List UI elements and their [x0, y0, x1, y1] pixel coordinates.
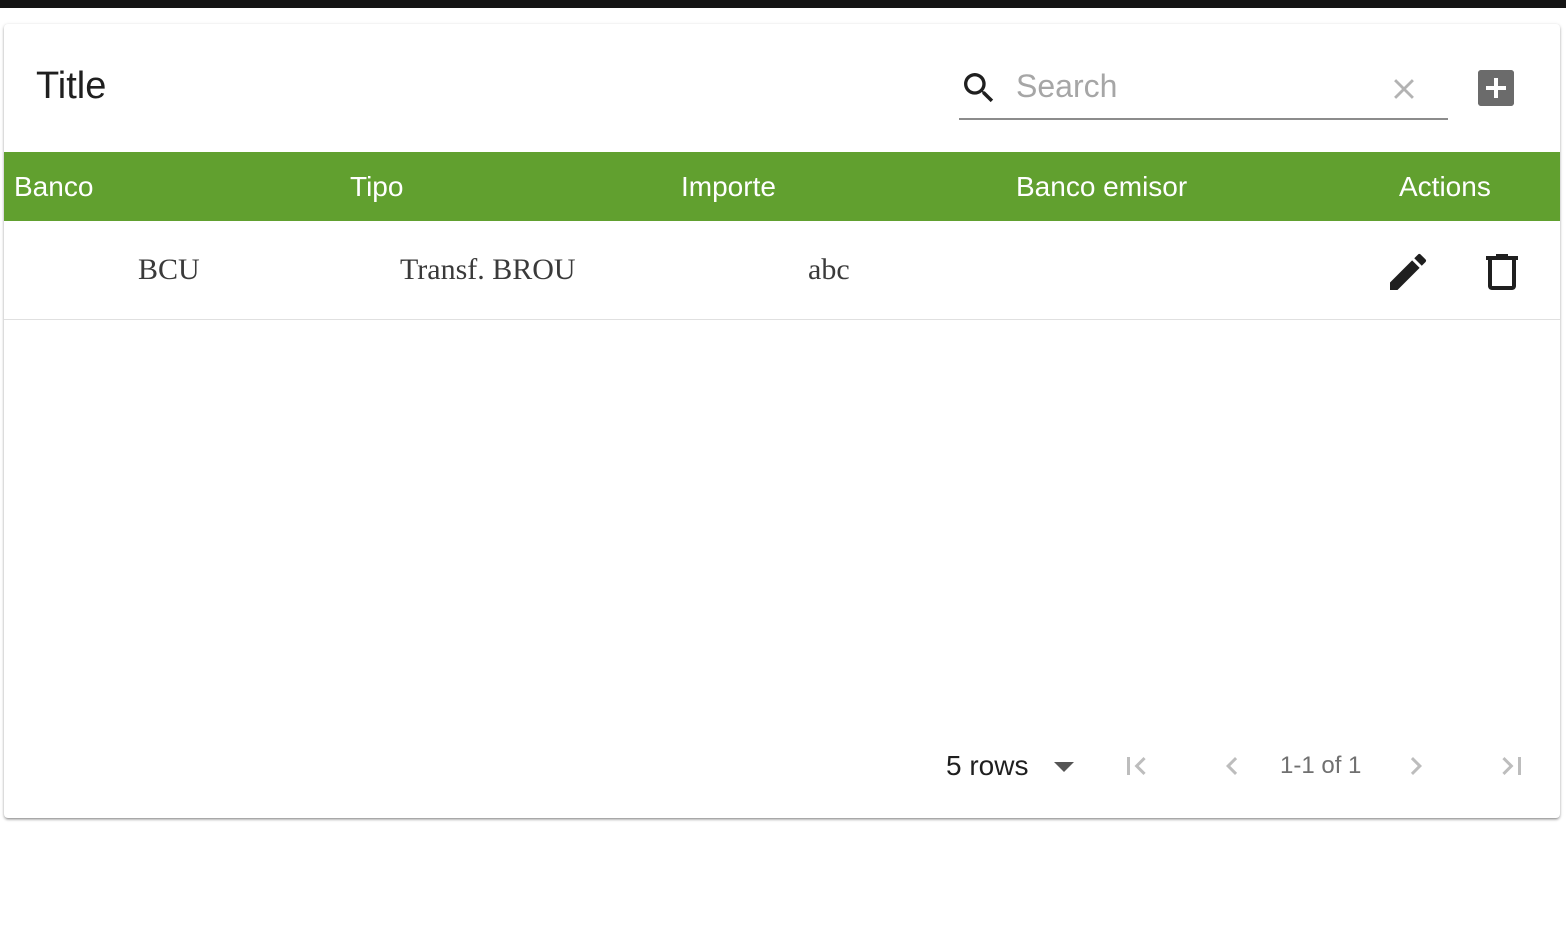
cell-importe: abc — [808, 252, 850, 286]
pagination: 5 rows 1-1 of 1 — [4, 734, 1560, 794]
clear-icon[interactable] — [1387, 72, 1421, 106]
add-button[interactable] — [1478, 70, 1514, 106]
rows-per-page-label: 5 rows — [946, 750, 1029, 781]
search-icon — [964, 73, 994, 103]
table-row: BCU Transf. BROU abc — [4, 221, 1560, 319]
cell-banco: BCU — [138, 252, 200, 286]
column-header-tipo[interactable]: Tipo — [340, 152, 671, 221]
search-input[interactable] — [1016, 64, 1376, 108]
column-header-importe[interactable]: Importe — [671, 152, 1010, 221]
table-toolbar: Title — [4, 24, 1560, 152]
last-page-icon[interactable] — [1494, 748, 1530, 784]
chevron-left-icon[interactable] — [1214, 748, 1250, 784]
top-strip — [0, 0, 1566, 8]
data-table: Banco Tipo Importe Banco emisor Actions … — [4, 152, 1560, 320]
column-header-banco-emisor[interactable]: Banco emisor — [1010, 152, 1399, 221]
column-header-banco[interactable]: Banco — [4, 152, 340, 221]
cell-tipo: Transf. BROU — [400, 252, 576, 286]
search-box — [959, 56, 1448, 120]
chevron-right-icon[interactable] — [1398, 748, 1434, 784]
first-page-icon[interactable] — [1118, 748, 1154, 784]
table-card: Title Banco Tipo — [4, 24, 1560, 818]
table-title: Title — [36, 65, 107, 107]
edit-icon[interactable] — [1384, 248, 1432, 296]
page-range: 1-1 of 1 — [1280, 752, 1362, 779]
delete-icon[interactable] — [1478, 248, 1526, 296]
chevron-down-icon — [1054, 762, 1074, 772]
column-header-actions: Actions — [1399, 171, 1491, 202]
cell-banco-emisor — [1010, 221, 1399, 319]
table-header-row: Banco Tipo Importe Banco emisor Actions — [4, 152, 1560, 221]
